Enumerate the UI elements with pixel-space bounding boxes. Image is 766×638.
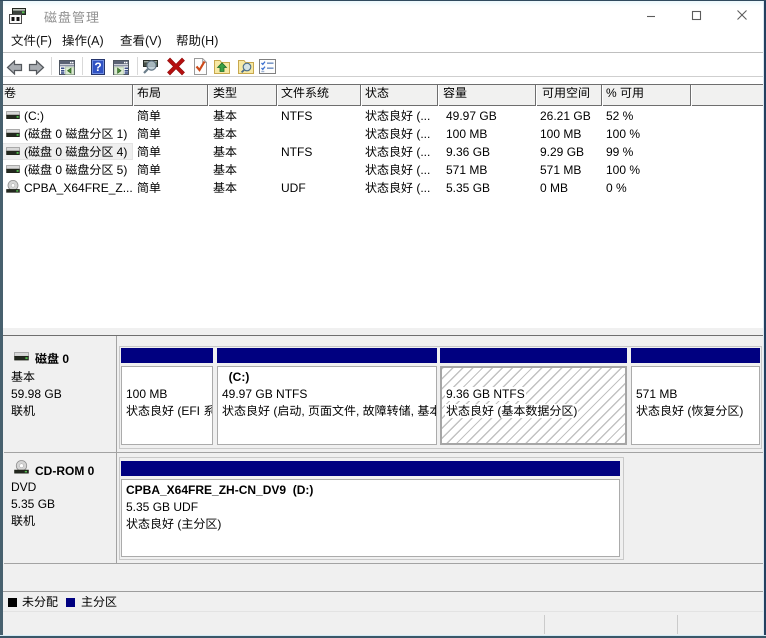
svg-text:?: ?	[94, 60, 101, 74]
